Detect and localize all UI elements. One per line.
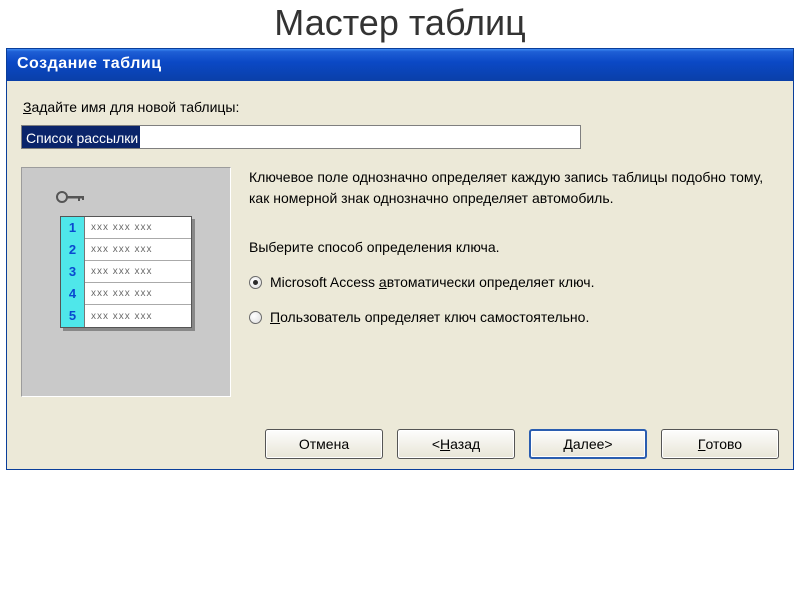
key-description: Ключевое поле однозначно определяет кажд… <box>249 167 779 209</box>
label-part: ользователь определяет ключ самостоятель… <box>280 309 589 325</box>
label-part: > <box>604 436 612 452</box>
label-part: азад <box>450 436 480 452</box>
row-data: xxx xxx xxx <box>85 311 191 322</box>
label-part: отово <box>706 436 743 452</box>
next-button[interactable]: Далее > <box>529 429 647 459</box>
table-row: 5 xxx xxx xxx <box>61 305 191 327</box>
finish-button[interactable]: Готово <box>661 429 779 459</box>
table-row: 2 xxx xxx xxx <box>61 239 191 261</box>
row-number: 2 <box>61 239 85 261</box>
row-data: xxx xxx xxx <box>85 288 191 299</box>
mnemonic: Н <box>440 436 450 452</box>
radio-user[interactable] <box>249 311 262 324</box>
label-part: втоматически определяет ключ. <box>387 274 595 290</box>
row-number: 1 <box>61 217 85 239</box>
back-button[interactable]: < Назад <box>397 429 515 459</box>
row-data: xxx xxx xxx <box>85 222 191 233</box>
label-part: < <box>432 436 440 452</box>
table-name-input[interactable]: Список рассылки <box>21 125 581 149</box>
radio-auto-row[interactable]: Microsoft Access автоматически определяе… <box>249 272 779 293</box>
row-data: xxx xxx xxx <box>85 266 191 277</box>
table-row: 4 xxx xxx xxx <box>61 283 191 305</box>
content-row: 1 xxx xxx xxx 2 xxx xxx xxx 3 xxx xxx xx… <box>21 167 779 397</box>
mnemonic: а <box>379 274 387 290</box>
label-part: Microsoft Access <box>270 274 379 290</box>
radio-auto-label: Microsoft Access автоматически определяе… <box>270 272 594 293</box>
table-name-value: Список рассылки <box>22 126 140 148</box>
row-number: 4 <box>61 283 85 305</box>
dialog-window: Создание таблиц Задайте имя для новой та… <box>6 48 794 470</box>
illustration-table: 1 xxx xxx xxx 2 xxx xxx xxx 3 xxx xxx xx… <box>60 216 192 328</box>
dialog-body: Задайте имя для новой таблицы: Список ра… <box>7 81 793 469</box>
mnemonic: Д <box>563 436 572 452</box>
row-number: 5 <box>61 305 85 327</box>
radio-user-label: Пользователь определяет ключ самостоятел… <box>270 307 589 328</box>
illustration-panel: 1 xxx xxx xxx 2 xxx xxx xxx 3 xxx xxx xx… <box>21 167 231 397</box>
row-number: 3 <box>61 261 85 283</box>
titlebar: Создание таблиц <box>7 49 793 81</box>
radio-user-row[interactable]: Пользователь определяет ключ самостоятел… <box>249 307 779 328</box>
row-data: xxx xxx xxx <box>85 244 191 255</box>
table-row: 3 xxx xxx xxx <box>61 261 191 283</box>
key-icon <box>56 190 86 204</box>
cancel-button[interactable]: Отмена <box>265 429 383 459</box>
mnemonic: П <box>270 309 280 325</box>
page-heading: Мастер таблиц <box>0 2 800 44</box>
table-row: 1 xxx xxx xxx <box>61 217 191 239</box>
mnemonic: Г <box>698 436 706 452</box>
button-row: Отмена < Назад Далее > Готово <box>21 419 779 459</box>
label-part: алее <box>573 436 605 452</box>
table-name-label: Задайте имя для новой таблицы: <box>23 99 777 115</box>
key-method-prompt: Выберите способ определения ключа. <box>249 237 779 258</box>
description-column: Ключевое поле однозначно определяет кажд… <box>249 167 779 342</box>
radio-auto[interactable] <box>249 276 262 289</box>
label-text: адайте имя для новой таблицы: <box>31 99 239 115</box>
